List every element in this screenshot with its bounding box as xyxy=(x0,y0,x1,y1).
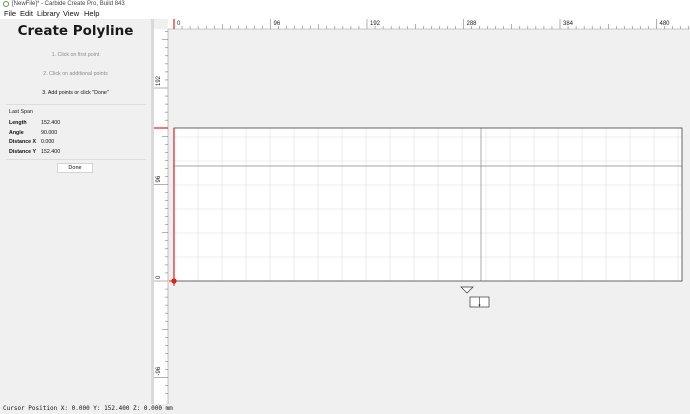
divider xyxy=(6,159,146,160)
left-ruler-label: 192 xyxy=(156,75,162,86)
step-3: 3. Add points or click "Done" xyxy=(42,90,109,96)
menu-library[interactable]: Library xyxy=(37,9,60,19)
title-bar: [NewFile]* - Carbide Create Pro, Build 8… xyxy=(0,0,690,9)
menu-help[interactable]: Help xyxy=(84,9,99,19)
distance-x-value: 0.000 xyxy=(41,139,55,145)
last-span-label: Last Span xyxy=(9,109,33,115)
top-ruler-label: 96 xyxy=(274,21,281,27)
done-button[interactable]: Done xyxy=(57,163,93,173)
distance-y-value: 152.400 xyxy=(41,149,61,155)
top-ruler-label: 480 xyxy=(660,21,671,27)
step-1: 1. Click on first point xyxy=(51,52,100,58)
length-label: Length xyxy=(9,120,27,126)
menu-bar: File Edit Library View Help xyxy=(0,9,690,19)
left-ruler-label: 96 xyxy=(156,175,162,182)
design-canvas[interactable]: 0 96 192 288 384 480 192960-96 xyxy=(154,19,690,404)
status-bar: Cursor Position X: 0.000 Y: 152.400 Z: 0… xyxy=(0,404,690,414)
divider xyxy=(6,104,146,105)
left-ruler: 192960-96 xyxy=(154,29,169,404)
stock-grid xyxy=(173,127,683,282)
length-value: 152.400 xyxy=(41,120,61,126)
left-ruler-label: -96 xyxy=(156,366,162,375)
top-ruler: 0 96 192 288 384 480 xyxy=(168,19,690,30)
menu-edit[interactable]: Edit xyxy=(20,9,33,19)
top-ruler-label: 288 xyxy=(467,21,478,27)
angle-value: 90.000 xyxy=(41,130,58,136)
menu-file[interactable]: File xyxy=(4,9,16,19)
menu-view[interactable]: View xyxy=(63,9,79,19)
top-ruler-label: 384 xyxy=(563,21,574,27)
view-toggle-icon[interactable] xyxy=(469,296,490,308)
distance-x-label: Distance X xyxy=(9,139,37,145)
tool-panel: Create Polyline 1. Click on first point … xyxy=(0,19,151,404)
panel-title: Create Polyline xyxy=(17,23,134,39)
step-2: 2. Click on additional points xyxy=(43,71,108,77)
top-ruler-label: 192 xyxy=(370,21,381,27)
angle-label: Angle xyxy=(9,130,24,136)
distance-y-label: Distance Y xyxy=(9,149,36,155)
app-icon xyxy=(3,1,9,7)
window-title: [NewFile]* - Carbide Create Pro, Build 8… xyxy=(12,1,125,7)
